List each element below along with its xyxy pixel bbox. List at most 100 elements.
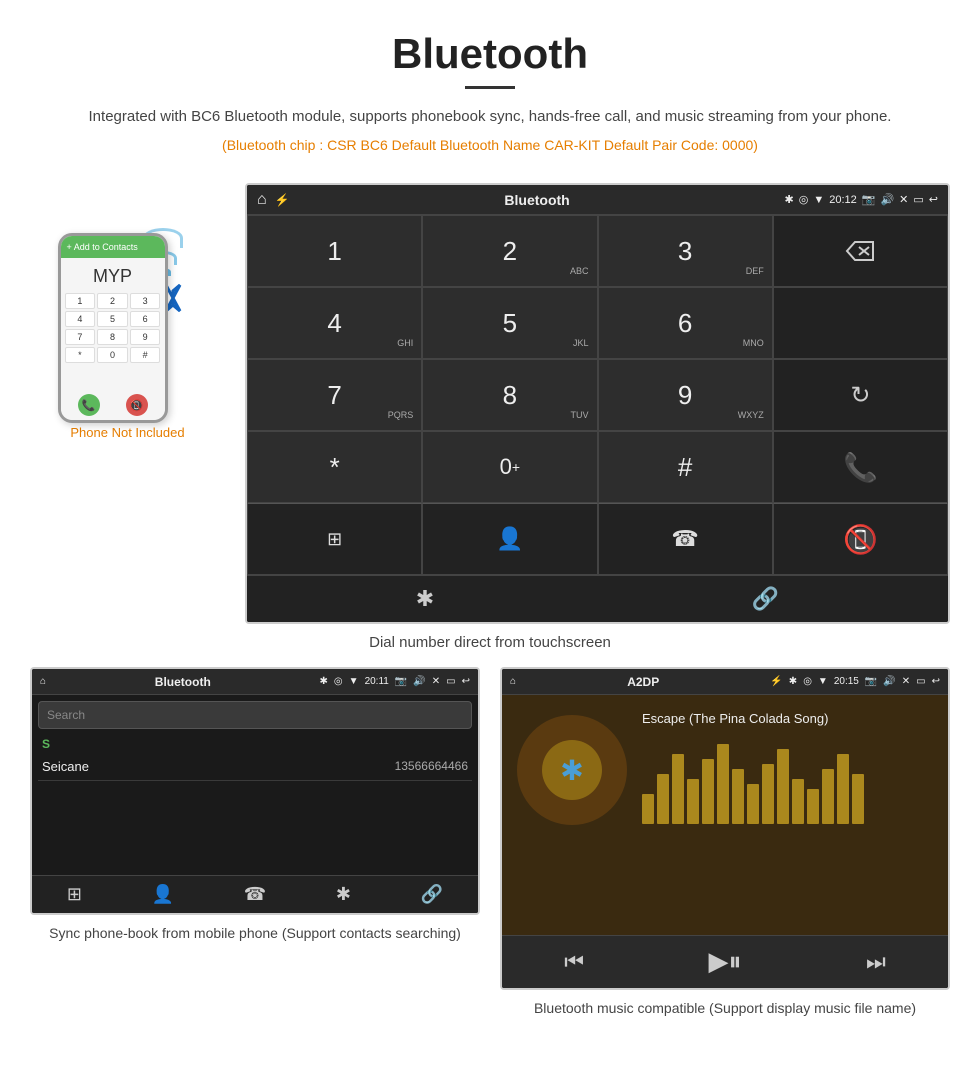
main-content-row: + Add to Contacts MYP 1 2 3 4 5 6 7 8 bbox=[0, 183, 980, 624]
window-icon[interactable]: ▭ bbox=[913, 193, 923, 206]
ms-title: A2DP bbox=[522, 675, 764, 689]
phone-dial-7[interactable]: 7 bbox=[65, 329, 96, 345]
pb-home-icon[interactable]: ⌂ bbox=[40, 676, 46, 687]
phone-dial-1[interactable]: 1 bbox=[65, 293, 96, 309]
pb-back-icon[interactable]: ↩ bbox=[462, 676, 470, 687]
pb-search-bar[interactable]: Search bbox=[38, 701, 472, 729]
end-call-icon: 📵 bbox=[843, 523, 878, 556]
phonebook-screen: ⌂ Bluetooth ✱ ◎ ▼ 20:11 📷 🔊 ✕ ▭ ↩ Search… bbox=[30, 667, 480, 915]
head-unit-dial-screen: ⌂ ⚡ Bluetooth ✱ ◎ ▼ 20:12 📷 🔊 ✕ ▭ ↩ 1 2A… bbox=[245, 183, 950, 624]
dial-refresh[interactable]: ↻ bbox=[773, 359, 948, 431]
phone-dial-star[interactable]: * bbox=[65, 347, 96, 363]
phone-dial-hash[interactable]: # bbox=[130, 347, 161, 363]
phone-dial-8[interactable]: 8 bbox=[97, 329, 128, 345]
pb-close-icon[interactable]: ✕ bbox=[432, 676, 440, 687]
ms-win-icon[interactable]: ▭ bbox=[916, 676, 925, 687]
ms-gps-icon: ◎ bbox=[803, 676, 812, 687]
pb-contact-row[interactable]: Seicane 13566664466 bbox=[38, 753, 472, 781]
close-icon[interactable]: ✕ bbox=[899, 193, 908, 206]
pb-status-bar: ⌂ Bluetooth ✱ ◎ ▼ 20:11 📷 🔊 ✕ ▭ ↩ bbox=[32, 669, 478, 695]
ms-camera-icon[interactable]: 📷 bbox=[865, 676, 877, 687]
dial-key-6[interactable]: 6MNO bbox=[598, 287, 773, 359]
dial-key-7[interactable]: 7PQRS bbox=[247, 359, 422, 431]
phone-dial-4[interactable]: 4 bbox=[65, 311, 96, 327]
home-icon[interactable]: ⌂ bbox=[257, 191, 267, 209]
ms-close-icon[interactable]: ✕ bbox=[902, 676, 910, 687]
page-header: Bluetooth Integrated with BC6 Bluetooth … bbox=[0, 0, 980, 183]
music-album-inner: ✱ bbox=[542, 740, 602, 800]
pb-contact-list: S Seicane 13566664466 bbox=[32, 729, 478, 785]
dial-key-0[interactable]: 0+ bbox=[422, 431, 597, 503]
pb-contact-name: Seicane bbox=[42, 759, 89, 774]
pb-action-link[interactable]: 🔗 bbox=[421, 884, 443, 905]
dial-action-phone[interactable]: ☎ bbox=[598, 503, 773, 575]
phone-screen: + Add to Contacts MYP 1 2 3 4 5 6 7 8 bbox=[61, 236, 165, 420]
ms-vol-icon[interactable]: 🔊 bbox=[883, 676, 895, 687]
eq-bar bbox=[702, 759, 714, 824]
pb-contact-number: 13566664466 bbox=[395, 759, 468, 774]
phone-dial-0[interactable]: 0 bbox=[97, 347, 128, 363]
dial-key-1[interactable]: 1 bbox=[247, 215, 422, 287]
pb-search-placeholder: Search bbox=[47, 708, 85, 722]
dial-key-4[interactable]: 4GHI bbox=[247, 287, 422, 359]
phone-mockup: + Add to Contacts MYP 1 2 3 4 5 6 7 8 bbox=[58, 233, 168, 423]
ms-time: 20:15 bbox=[834, 676, 859, 687]
pb-gps-icon: ◎ bbox=[334, 676, 343, 687]
pb-signal-icon: ▼ bbox=[349, 676, 359, 687]
dial-key-star[interactable]: * bbox=[247, 431, 422, 503]
eq-bar bbox=[672, 754, 684, 824]
phone-end-button[interactable]: 📵 bbox=[126, 394, 148, 416]
dial-key-3[interactable]: 3DEF bbox=[598, 215, 773, 287]
dial-end-call[interactable]: 📵 bbox=[773, 503, 948, 575]
eq-bar bbox=[732, 769, 744, 824]
phone-call-button[interactable]: 📞 bbox=[78, 394, 100, 416]
dial-action-contacts[interactable]: 👤 bbox=[422, 503, 597, 575]
dial-action-grid[interactable]: ⊞ bbox=[247, 503, 422, 575]
dial-key-2[interactable]: 2ABC bbox=[422, 215, 597, 287]
phone-add-contact: + Add to Contacts bbox=[67, 242, 138, 252]
eq-bar bbox=[837, 754, 849, 824]
pb-action-bt[interactable]: ✱ bbox=[336, 884, 351, 905]
signal-icon: ▼ bbox=[813, 194, 824, 206]
ms-bt-icon: ✱ bbox=[789, 676, 797, 687]
prev-track-button[interactable]: ⏮ bbox=[564, 949, 584, 975]
dial-call-button[interactable]: 📞 bbox=[773, 431, 948, 503]
head-unit-status-bar: ⌂ ⚡ Bluetooth ✱ ◎ ▼ 20:12 📷 🔊 ✕ ▭ ↩ bbox=[247, 185, 948, 215]
phone-dial-3[interactable]: 3 bbox=[130, 293, 161, 309]
dial-backspace[interactable] bbox=[773, 215, 948, 287]
pb-action-contacts[interactable]: 👤 bbox=[152, 884, 174, 905]
eq-bar bbox=[852, 774, 864, 824]
pb-win-icon[interactable]: ▭ bbox=[446, 676, 455, 687]
volume-icon[interactable]: 🔊 bbox=[880, 193, 894, 206]
action-link-icon[interactable]: 🔗 bbox=[752, 586, 779, 612]
music-info: Escape (The Pina Colada Song) bbox=[642, 695, 948, 935]
phone-dial-2[interactable]: 2 bbox=[97, 293, 128, 309]
eq-bar bbox=[657, 774, 669, 824]
pb-action-phone[interactable]: ☎ bbox=[244, 884, 266, 905]
ms-home-icon[interactable]: ⌂ bbox=[510, 676, 516, 687]
title-divider bbox=[465, 86, 515, 89]
ms-back-icon[interactable]: ↩ bbox=[932, 676, 940, 687]
camera-icon[interactable]: 📷 bbox=[862, 193, 876, 206]
music-main-area: ✱ Escape (The Pina Colada Song) bbox=[502, 695, 948, 935]
pb-action-bar: ⊞ 👤 ☎ ✱ 🔗 bbox=[32, 875, 478, 913]
phone-icon-wrap: + Add to Contacts MYP 1 2 3 4 5 6 7 8 bbox=[58, 213, 198, 413]
pb-camera-icon[interactable]: 📷 bbox=[395, 676, 407, 687]
dial-key-hash[interactable]: # bbox=[598, 431, 773, 503]
pb-vol-icon[interactable]: 🔊 bbox=[413, 676, 425, 687]
phone-dial-6[interactable]: 6 bbox=[130, 311, 161, 327]
phone-dial-9[interactable]: 9 bbox=[130, 329, 161, 345]
dial-key-9[interactable]: 9WXYZ bbox=[598, 359, 773, 431]
back-icon[interactable]: ↩ bbox=[929, 193, 938, 206]
music-status-bar: ⌂ A2DP ⚡ ✱ ◎ ▼ 20:15 📷 🔊 ✕ ▭ ↩ bbox=[502, 669, 948, 695]
play-pause-button[interactable]: ▶⏸ bbox=[708, 946, 741, 978]
dial-key-5[interactable]: 5JKL bbox=[422, 287, 597, 359]
status-bar-bluetooth-icon: ⚡ bbox=[275, 193, 290, 207]
dial-key-8[interactable]: 8TUV bbox=[422, 359, 597, 431]
action-bluetooth-icon[interactable]: ✱ bbox=[416, 586, 434, 612]
phone-dial-5[interactable]: 5 bbox=[97, 311, 128, 327]
eq-bar bbox=[642, 794, 654, 824]
phone-section: + Add to Contacts MYP 1 2 3 4 5 6 7 8 bbox=[30, 183, 225, 440]
pb-action-grid[interactable]: ⊞ bbox=[67, 884, 82, 905]
next-track-button[interactable]: ⏭ bbox=[866, 949, 886, 975]
